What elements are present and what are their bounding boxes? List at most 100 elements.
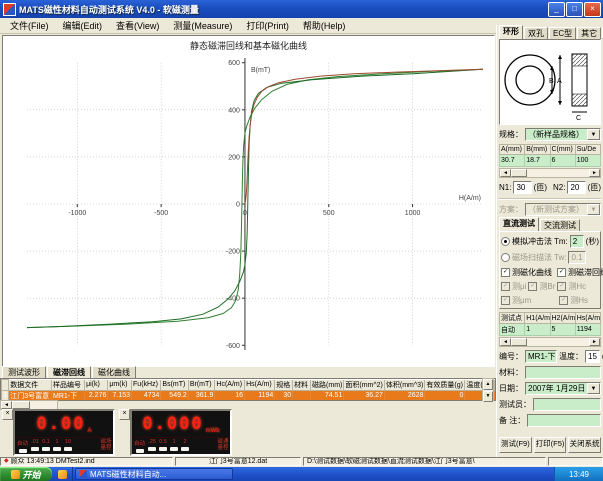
close-icon[interactable]: × <box>584 2 601 17</box>
maximize-icon[interactable]: □ <box>566 2 583 17</box>
hysteresis-chart-panel: 静态磁滞回线和基本磁化曲线 6004002000-200-400-600-100… <box>2 35 495 367</box>
date-dropdown[interactable]: 2007年 1月29日 ▼ <box>525 382 601 395</box>
note-field[interactable] <box>527 414 601 427</box>
br-checkbox <box>528 282 537 291</box>
n1-label: N1: <box>499 183 511 192</box>
range-0.25-button[interactable] <box>148 447 156 451</box>
col-data-file[interactable]: 数据文件 <box>9 380 52 391</box>
range-1-button[interactable] <box>53 447 61 451</box>
tm-field[interactable]: 2 <box>570 235 584 248</box>
n1-field[interactable]: 30 <box>513 181 531 194</box>
range-0.5-button[interactable] <box>159 447 167 451</box>
tab-double-hole[interactable]: 双孔 <box>524 27 548 39</box>
impulse-method-radio[interactable] <box>501 237 510 246</box>
dims-scrollbar[interactable]: ◄► <box>499 168 601 178</box>
sample-id-field[interactable]: MR1-下 <box>525 350 557 363</box>
svg-text:A: A <box>557 78 562 85</box>
system-tray-clock[interactable]: 13:49 <box>554 467 603 481</box>
range-10-button[interactable] <box>64 447 72 451</box>
test-button[interactable]: 测试(F9) <box>499 437 532 453</box>
menu-print[interactable]: 打印(Print) <box>240 18 295 33</box>
field-current-meter: 0.00 A 自动 .01 0.1 1 10 磁场量程 <box>13 409 115 456</box>
col-path-length[interactable]: 磁路(mm) <box>311 380 344 391</box>
col-volume[interactable]: 体积(mm^3) <box>384 380 425 391</box>
plan-label: 方案： <box>499 204 523 215</box>
range-0.1-button[interactable] <box>42 447 50 451</box>
spec-dropdown[interactable]: （新样品规格） ▼ <box>525 128 601 141</box>
material-field[interactable] <box>525 366 601 379</box>
svg-text:0: 0 <box>236 202 240 209</box>
results-vertical-scrollbar[interactable]: ▲ ▼ <box>482 378 494 401</box>
tab-toroid[interactable]: 环形 <box>499 25 523 39</box>
start-button[interactable]: 开始 <box>0 467 52 481</box>
tab-test-waveform[interactable]: 测试波形 <box>2 366 46 378</box>
title-bar: MATS磁性材料自动测试系统 V4.0 - 软磁测量 _ □ × <box>0 0 603 18</box>
n2-field[interactable]: 20 <box>567 181 585 194</box>
flux-meter-display: 0.000 mWb <box>132 411 230 438</box>
svg-text:-500: -500 <box>154 210 168 217</box>
col-mass[interactable]: 有效质量(g) <box>425 380 465 391</box>
svg-text:-600: -600 <box>226 343 240 350</box>
points-scrollbar[interactable]: ◄► <box>499 337 601 347</box>
col-bs[interactable]: Bs(mT) <box>161 380 188 391</box>
magnetization-curve-checkbox[interactable] <box>501 268 510 277</box>
tab-dc-test[interactable]: 直流测试 <box>499 217 539 231</box>
tab-magnetization-curve[interactable]: 磁化曲线 <box>92 366 136 378</box>
sample-settings-panel: 环形 双孔 EC型 其它 ◄► BA C 规格： （新样品规格） <box>496 25 603 457</box>
flux-range-buttons: 自动 .25 0.5 1 2 <box>134 439 217 453</box>
range-1-button[interactable] <box>170 447 178 451</box>
tester-field[interactable] <box>533 398 601 411</box>
field-meter-display: 0.00 A <box>15 411 113 438</box>
test-points-row[interactable]: 自动 1 5 1194 <box>500 324 601 336</box>
col-mum[interactable]: μm(k) <box>108 380 132 391</box>
scrollbar-thumb[interactable] <box>12 401 30 409</box>
menu-view[interactable]: 查看(View) <box>110 18 165 33</box>
tab-ec-core[interactable]: EC型 <box>549 27 576 39</box>
col-area[interactable]: 面积(mm^2) <box>344 380 385 391</box>
tab-other[interactable]: 其它 <box>577 27 601 39</box>
col-material[interactable]: 材料 <box>293 380 311 391</box>
menu-help[interactable]: 帮助(Help) <box>297 18 352 33</box>
range-0.01-button[interactable] <box>31 447 39 451</box>
status-icon: ◆ <box>4 458 9 465</box>
sweep-method-radio[interactable] <box>501 253 510 262</box>
svg-text:200: 200 <box>228 154 240 161</box>
scroll-left-icon[interactable]: ◄ <box>1 401 12 409</box>
mum-checkbox <box>501 296 510 305</box>
scroll-up-icon[interactable]: ▲ <box>483 379 493 390</box>
col-hs[interactable]: Hs(A/m) <box>245 380 275 391</box>
field-meter-close-icon[interactable]: × <box>2 409 13 420</box>
temperature-field[interactable]: 15 <box>585 350 600 363</box>
range-2-button[interactable] <box>181 447 189 451</box>
col-sample-id[interactable]: 样品编号 <box>52 380 85 391</box>
col-spec[interactable]: 规格 <box>275 380 293 391</box>
col-br[interactable]: Br(mT) <box>188 380 215 391</box>
print-button[interactable]: 打印(F5) <box>534 437 567 453</box>
col-mui[interactable]: μi(k) <box>85 380 108 391</box>
results-table: 数据文件 样品编号 μi(k) μm(k) Fu(kHz) Bs(mT) Br(… <box>0 378 496 401</box>
minimize-icon[interactable]: _ <box>548 2 565 17</box>
chevron-down-icon[interactable]: ▼ <box>587 129 600 140</box>
dimensions-table: A(mm) B(mm) C(mm) Su/De 30.7 18.7 6 100 <box>499 144 601 167</box>
dimensions-row[interactable]: 30.7 18.7 6 100 <box>500 155 601 167</box>
shutdown-button[interactable]: 关闭系统 <box>568 437 601 453</box>
range-auto-button[interactable] <box>136 449 144 453</box>
chevron-down-icon[interactable]: ▼ <box>587 383 600 394</box>
mats-app-icon <box>79 470 87 478</box>
flux-meter-close-icon[interactable]: × <box>119 409 130 420</box>
taskbar-item-mats[interactable]: MATS磁性材料自动... <box>75 468 233 480</box>
svg-text:-200: -200 <box>226 249 240 256</box>
menu-measure[interactable]: 测量(Measure) <box>167 18 238 33</box>
range-auto-button[interactable] <box>19 449 27 453</box>
svg-text:B: B <box>549 78 554 85</box>
scroll-down-icon[interactable]: ▼ <box>483 391 493 402</box>
tab-ac-test[interactable]: 交流测试 <box>540 219 580 231</box>
menu-file[interactable]: 文件(File) <box>4 18 55 33</box>
col-hc[interactable]: Hc(A/m) <box>215 380 245 391</box>
hysteresis-loop-checkbox[interactable] <box>557 268 566 277</box>
quick-launch-icon[interactable] <box>58 470 67 479</box>
svg-text:1000: 1000 <box>405 210 421 217</box>
table-row[interactable]: 1 江门3号富意 MR1-下 2.276 7.153 4734 549.2 36… <box>2 390 495 401</box>
menu-edit[interactable]: 编辑(Edit) <box>57 18 109 33</box>
col-fu[interactable]: Fu(kHz) <box>132 380 161 391</box>
